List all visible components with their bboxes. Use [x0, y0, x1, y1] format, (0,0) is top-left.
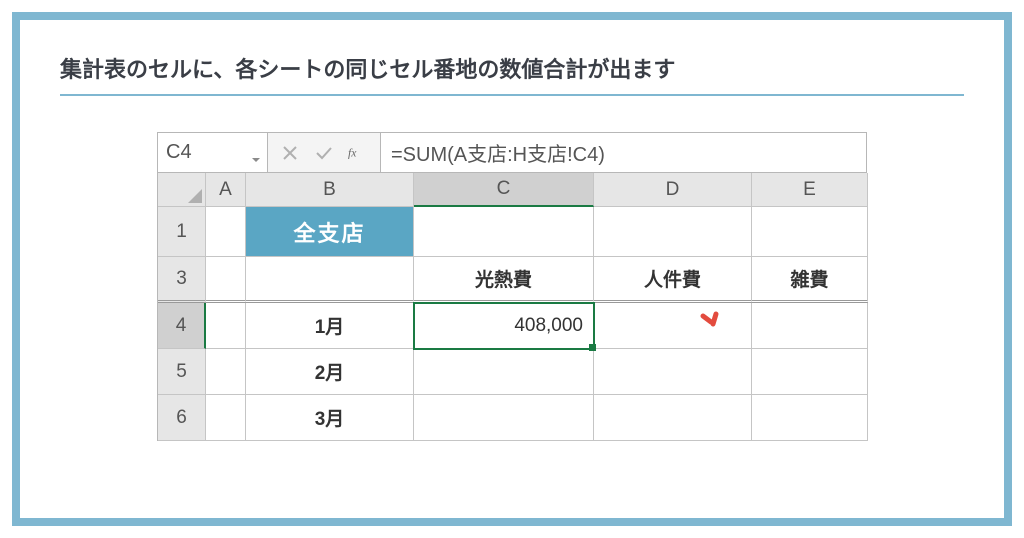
excel-window: C4 fx =SUM(A支店:H支店!C4) [157, 132, 867, 441]
page-title: 集計表のセルに、各シートの同じセル番地の数値合計が出ます [60, 52, 964, 96]
badge-all-branches: 全支店 [246, 207, 413, 256]
cell-b4[interactable]: 1月 [246, 303, 414, 349]
cell-a6[interactable] [206, 395, 246, 441]
cell-a5[interactable] [206, 349, 246, 395]
cell-c5[interactable] [414, 349, 594, 395]
cell-c3[interactable]: 光熱費 [414, 257, 594, 303]
confirm-icon[interactable] [314, 143, 334, 163]
cell-b6[interactable]: 3月 [246, 395, 414, 441]
cancel-icon[interactable] [280, 143, 300, 163]
row-header-6[interactable]: 6 [158, 395, 206, 441]
cell-e5[interactable] [752, 349, 868, 395]
formula-bar: C4 fx =SUM(A支店:H支店!C4) [158, 133, 866, 173]
cell-b5[interactable]: 2月 [246, 349, 414, 395]
formula-text: =SUM(A支店:H支店!C4) [391, 138, 605, 167]
col-header-c[interactable]: C [414, 173, 594, 207]
col-header-e[interactable]: E [752, 173, 868, 207]
row-header-1[interactable]: 1 [158, 207, 206, 257]
spreadsheet-grid[interactable]: A B C D E 1 全支店 3 [158, 173, 866, 441]
cell-e6[interactable] [752, 395, 868, 441]
col-header-a[interactable]: A [206, 173, 246, 207]
row-header-3[interactable]: 3 [158, 257, 206, 303]
cell-d6[interactable] [594, 395, 752, 441]
select-all-corner[interactable] [158, 173, 206, 207]
col-header-b[interactable]: B [246, 173, 414, 207]
name-box[interactable]: C4 [158, 133, 268, 172]
cell-c4[interactable]: 408,000 [414, 303, 594, 349]
cell-d3[interactable]: 人件費 [594, 257, 752, 303]
cell-a3[interactable] [206, 257, 246, 303]
cell-e4[interactable] [752, 303, 868, 349]
cell-a4[interactable] [206, 303, 246, 349]
cell-e3[interactable]: 雑費 [752, 257, 868, 303]
row-header-5[interactable]: 5 [158, 349, 206, 395]
fx-icon[interactable]: fx [348, 143, 368, 163]
cell-e1[interactable] [752, 207, 868, 257]
formula-bar-controls: fx [268, 133, 381, 172]
cell-b1[interactable]: 全支店 [246, 207, 414, 257]
cell-c1[interactable] [414, 207, 594, 257]
row-header-4[interactable]: 4 [158, 303, 206, 349]
col-header-d[interactable]: D [594, 173, 752, 207]
cell-a1[interactable] [206, 207, 246, 257]
cell-d1[interactable] [594, 207, 752, 257]
svg-text:fx: fx [348, 147, 357, 160]
name-box-dropdown-icon[interactable] [251, 148, 261, 158]
cell-b3[interactable] [246, 257, 414, 303]
cell-d4[interactable] [594, 303, 752, 349]
name-box-value: C4 [166, 141, 192, 164]
formula-input[interactable]: =SUM(A支店:H支店!C4) [381, 133, 866, 172]
cell-c6[interactable] [414, 395, 594, 441]
cell-d5[interactable] [594, 349, 752, 395]
